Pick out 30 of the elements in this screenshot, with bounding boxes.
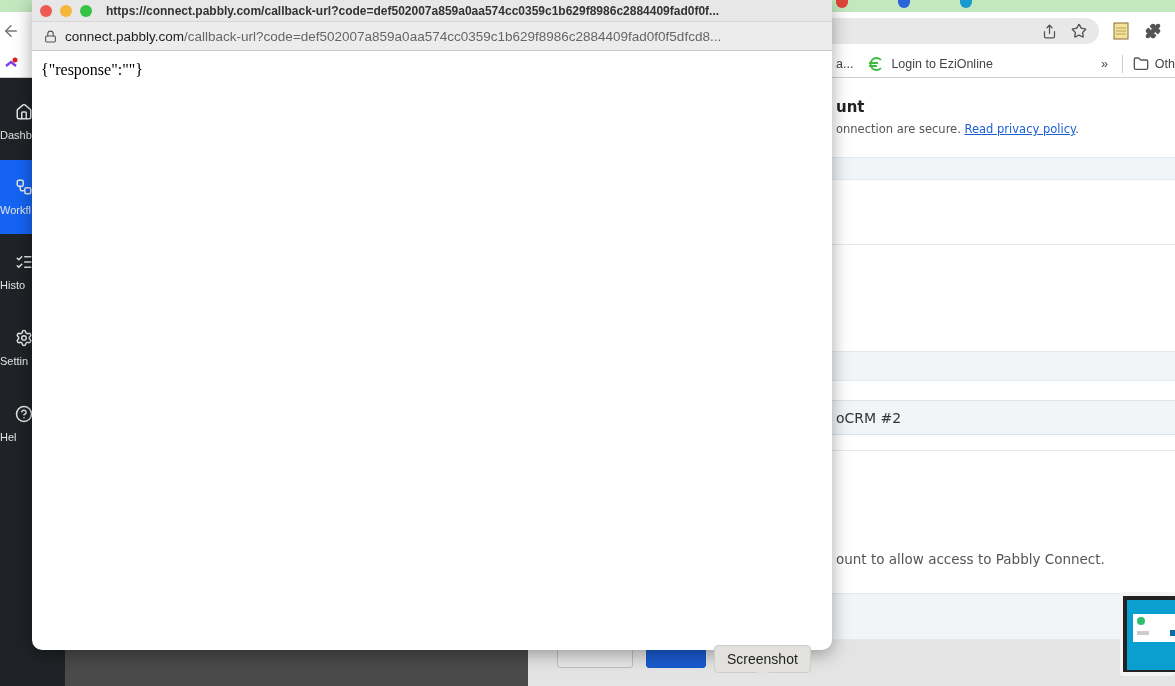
popup-url: connect.pabbly.com/callback-url?code=def502007a859a0aa574cc0359c1b629f8986c2884409fad0f0f5dfcd8... xyxy=(65,28,722,44)
close-button[interactable] xyxy=(40,4,52,17)
history-icon xyxy=(15,253,33,271)
more-bookmarks-button[interactable]: » xyxy=(1100,56,1108,71)
tooltip-pointer-icon xyxy=(756,671,770,679)
share-icon[interactable] xyxy=(1042,23,1057,39)
puzzle-icon[interactable] xyxy=(1145,23,1161,39)
sidebar-item[interactable]: Hel xyxy=(0,386,65,462)
help-icon xyxy=(15,405,33,423)
tab-icon[interactable] xyxy=(960,0,972,8)
bookmark[interactable]: Login to EziOnline xyxy=(891,56,993,71)
instruction-text: ount to allow access to Pabbly Connect. xyxy=(836,551,1106,568)
folder-icon xyxy=(1132,55,1149,72)
section-heading: unt xyxy=(836,98,866,117)
workflow-icon xyxy=(15,178,33,196)
security-notice: onnection are secure. Read privacy policy. xyxy=(836,122,1080,137)
sidebar-item[interactable]: Settin xyxy=(0,310,65,386)
lock-icon xyxy=(44,29,57,43)
window-title: https://connect.pabbly.com/callback-url?code=def502007a859a0aa574cc0359c1b629f8986c2884409fad0f0f... xyxy=(106,3,720,18)
sidebar-item[interactable]: Histo xyxy=(0,234,65,310)
home-icon xyxy=(15,103,33,121)
tab-icon[interactable] xyxy=(836,0,848,8)
back-icon[interactable] xyxy=(2,22,20,40)
bookmark[interactable]: a... xyxy=(836,56,854,71)
tab-icon[interactable] xyxy=(898,0,910,8)
sidebar-item[interactable]: Dashb xyxy=(0,84,65,160)
star-icon[interactable] xyxy=(1071,23,1087,39)
response-text: {"response":""} xyxy=(41,61,143,78)
settings-icon xyxy=(15,329,33,347)
bookmark-folder[interactable]: Oth xyxy=(1154,56,1175,71)
